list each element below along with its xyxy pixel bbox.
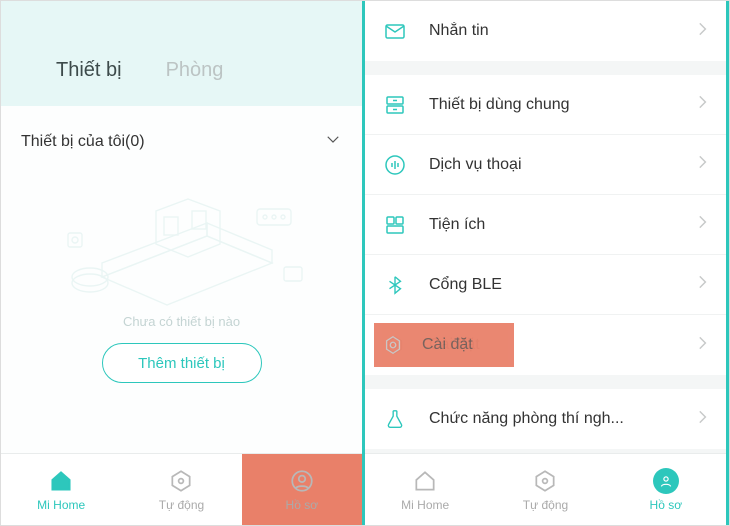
nav-auto-label: Tự động [159, 498, 204, 512]
row-message-label: Nhắn tin [429, 22, 698, 40]
nav-home[interactable]: Mi Home [365, 454, 485, 525]
nav-auto[interactable]: Tự động [485, 454, 605, 525]
add-device-button[interactable]: Thêm thiết bị [102, 343, 262, 383]
hexagon-icon [167, 467, 195, 495]
my-devices-label: Thiết bị của tôi(0) [21, 133, 145, 151]
nav-home-label: Mi Home [37, 498, 85, 512]
flask-icon [381, 405, 409, 433]
home-tabs: Thiết bị Phòng [56, 59, 223, 82]
row-widgets[interactable]: Tiện ích [365, 195, 726, 255]
chevron-right-icon [698, 94, 708, 115]
profile-icon [288, 467, 316, 495]
bottom-nav-right: Mi Home Tự động Hồ sơ [365, 453, 726, 525]
row-ble-label: Cổng BLE [429, 276, 698, 294]
hexagon-icon [531, 467, 559, 495]
row-voice-label: Dịch vụ thoại [429, 156, 698, 174]
row-settings-label: Cài đặt [422, 336, 473, 354]
row-widgets-label: Tiện ích [429, 216, 698, 234]
profile-menu-list: Nhắn tin Thiết bị dùng chung Dịch vụ [365, 1, 726, 453]
envelope-icon [381, 17, 409, 45]
nav-profile-label: Hồ sơ [650, 498, 683, 512]
home-icon [47, 467, 75, 495]
chevron-right-icon [698, 274, 708, 295]
nav-auto-label: Tự động [523, 498, 568, 512]
chevron-right-icon [698, 409, 708, 430]
row-shared-devices[interactable]: Thiết bị dùng chung [365, 75, 726, 135]
chevron-right-icon [698, 214, 708, 235]
profile-icon [652, 467, 680, 495]
chevron-down-icon [324, 130, 342, 153]
chevron-right-icon [698, 154, 708, 175]
chevron-right-icon [698, 21, 708, 42]
voice-circle-icon [381, 151, 409, 179]
my-devices-row[interactable]: Thiết bị của tôi(0) [15, 122, 348, 165]
tab-rooms[interactable]: Phòng [166, 59, 224, 82]
bluetooth-icon [381, 271, 409, 299]
settings-highlight: Cài đặt [374, 323, 514, 367]
chevron-right-icon [698, 335, 708, 356]
home-icon [411, 467, 439, 495]
row-settings[interactable]: Cài đặt Cài đặt [365, 315, 726, 375]
nav-profile-label: Hồ sơ [286, 498, 319, 512]
home-body: Thiết bị của tôi(0) [1, 106, 362, 453]
row-voice-service[interactable]: Dịch vụ thoại [365, 135, 726, 195]
row-ble-gateway[interactable]: Cổng BLE [365, 255, 726, 315]
row-lab-label: Chức năng phòng thí ngh... [429, 410, 698, 428]
screen-profile: Nhắn tin Thiết bị dùng chung Dịch vụ [365, 1, 729, 525]
bottom-nav-left: Mi Home Tự động Hồ sơ [1, 453, 362, 525]
tab-devices[interactable]: Thiết bị [56, 59, 122, 82]
empty-illustration [15, 165, 348, 320]
nav-profile[interactable]: Hồ sơ [606, 454, 726, 525]
nav-auto[interactable]: Tự động [121, 454, 241, 525]
row-message[interactable]: Nhắn tin [365, 1, 726, 61]
row-shared-label: Thiết bị dùng chung [429, 96, 698, 114]
screen-home: Thiết bị Phòng Thiết bị của tôi(0) [1, 1, 365, 525]
row-lab-features[interactable]: Chức năng phòng thí ngh... [365, 389, 726, 449]
drawers-icon [381, 91, 409, 119]
nav-home-label: Mi Home [401, 498, 449, 512]
home-header: Thiết bị Phòng [1, 1, 362, 106]
nav-home[interactable]: Mi Home [1, 454, 121, 525]
nav-profile[interactable]: Hồ sơ [242, 454, 362, 525]
widgets-icon [381, 211, 409, 239]
